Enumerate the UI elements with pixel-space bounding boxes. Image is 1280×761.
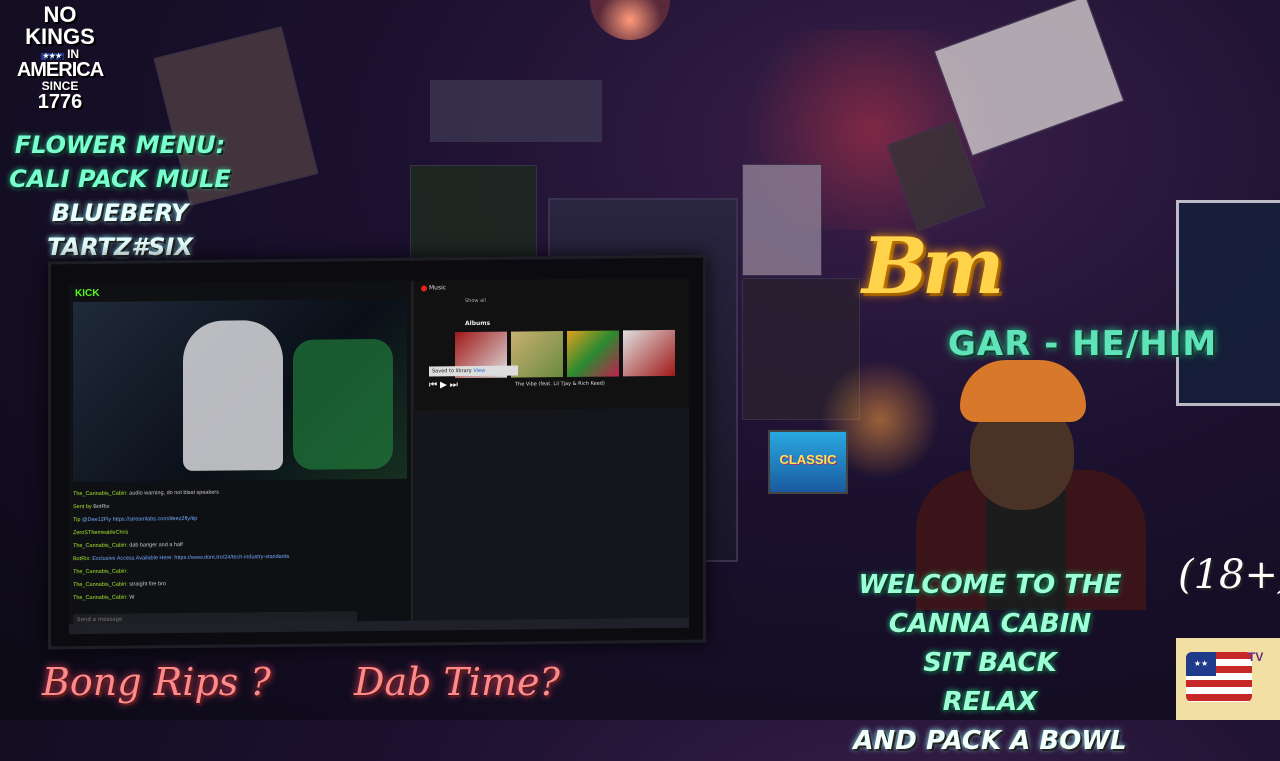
- show-all-button[interactable]: Show all: [465, 298, 486, 304]
- now-playing-title: The Vibe (feat. Lil Tjay & Rich Keed): [515, 380, 605, 388]
- flower-menu-item-2: BLUEBERY TARTZ#SIX: [47, 199, 193, 261]
- flower-menu: FLOWER MENU: CALI PACK MULE BLUEBERY TAR…: [0, 128, 240, 264]
- music-logo-icon: [421, 284, 427, 292]
- kick-chat: The_Cannabis_Cabin: audio warning, do no…: [73, 485, 407, 630]
- nokings-line1: NO: [43, 2, 77, 27]
- welcome-line-1: WELCOME TO THE CANNA CABIN: [858, 570, 1122, 639]
- music-app-header: Music: [421, 284, 446, 291]
- ceiling-light: [590, 0, 670, 40]
- flag-tv-badge: ★★ TV: [1176, 638, 1280, 720]
- welcome-line-2: SIT BACK: [923, 648, 1057, 678]
- dab-time-text: Dab Time?: [354, 660, 560, 704]
- flower-menu-title: FLOWER MENU:: [14, 131, 226, 159]
- album-cover-3[interactable]: [567, 330, 619, 378]
- kick-video-player[interactable]: [73, 298, 407, 483]
- age-restriction: (18+): [1178, 552, 1280, 598]
- streamer: [183, 319, 283, 472]
- welcome-overlay: WELCOME TO THE CANNA CABIN SIT BACK RELA…: [810, 566, 1170, 761]
- album-cover-4[interactable]: [623, 329, 675, 377]
- monitor-screen: KICK The_Cannabis_Cabin: audio warning, …: [69, 277, 689, 635]
- stars-icon: ★★: [1186, 652, 1216, 676]
- nokings-line6: 1776: [37, 91, 83, 113]
- welcome-line-3: RELAX: [942, 687, 1038, 717]
- chat-row: The_Cannabis_Cabin: W: [73, 594, 135, 602]
- webcam-person: [916, 360, 1146, 610]
- monitor: KICK The_Cannabis_Cabin: audio warning, …: [48, 254, 706, 650]
- poster-ceiling: [430, 80, 602, 142]
- kick-stream-pane: KICK The_Cannabis_Cabin: audio warning, …: [69, 280, 413, 635]
- toast-view-link[interactable]: View: [473, 368, 485, 374]
- flower-menu-item-1: CALI PACK MULE: [9, 165, 231, 193]
- welcome-line-4: AND PACK A BOWL: [853, 726, 1127, 756]
- albums-label: Albums: [465, 319, 491, 328]
- poster-matrix: [410, 165, 537, 262]
- nokings-line2: KINGS: [25, 24, 95, 49]
- person-beanie: [960, 360, 1086, 422]
- play-icon[interactable]: ⏮ ▶ ⏭: [429, 380, 458, 390]
- bm-logo: Bm: [862, 221, 1004, 312]
- poster-oasis: [742, 164, 822, 276]
- window: [1176, 200, 1280, 406]
- nokings-line4: AMERICA: [16, 59, 104, 81]
- album-cover-2[interactable]: [511, 331, 563, 378]
- gaming-chair: [293, 338, 393, 470]
- bong-rips-text: Bong Rips ?: [42, 660, 271, 704]
- kick-logo[interactable]: KICK: [75, 288, 99, 299]
- badge-tv-label: TV: [1248, 650, 1264, 664]
- streamer-name-tag: GAR - HE/HIM: [948, 324, 1218, 364]
- classic-sign: CLASSIC: [768, 430, 848, 494]
- no-kings-badge: NO KINGS ★★★ IN AMERICA SINCE 1776: [14, 2, 106, 113]
- saved-toast: Saved to library View: [429, 365, 518, 377]
- music-app-pane: Music Show all Albums Saved to library V…: [415, 277, 689, 411]
